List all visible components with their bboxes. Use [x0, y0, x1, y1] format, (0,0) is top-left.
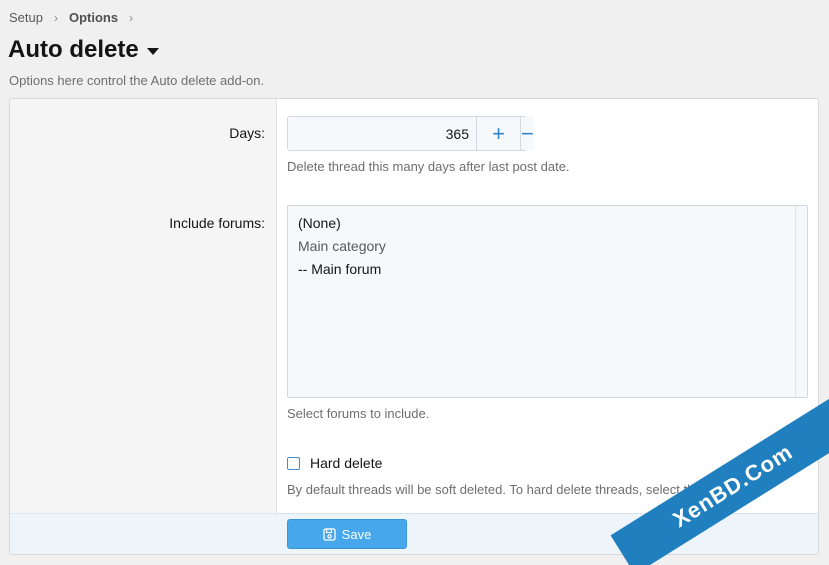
breadcrumb: Setup › Options › [9, 10, 144, 25]
increment-button[interactable]: + [476, 117, 520, 150]
hard-delete-checkbox[interactable] [287, 456, 300, 470]
plus-icon: + [492, 120, 505, 146]
minus-icon: − [521, 120, 534, 146]
forum-option-main-category: Main category [298, 238, 386, 254]
listbox-scrollbar[interactable] [795, 206, 807, 397]
days-stepper: + − [287, 116, 534, 151]
label-column [10, 99, 277, 513]
hard-delete-label[interactable]: Hard delete [310, 455, 382, 471]
days-hint: Delete thread this many days after last … [287, 159, 570, 174]
page-title-text: Auto delete [8, 36, 139, 63]
forums-multiselect[interactable]: (None) Main category -- Main forum [287, 205, 808, 398]
breadcrumb-setup[interactable]: Setup [9, 10, 43, 25]
page-description: Options here control the Auto delete add… [9, 73, 265, 88]
page-title[interactable]: Auto delete [8, 36, 159, 64]
forum-option-main-forum[interactable]: -- Main forum [298, 261, 381, 277]
save-label: Save [341, 526, 372, 542]
decrement-button[interactable]: − [520, 117, 534, 150]
hard-delete-option[interactable]: Hard delete [287, 455, 382, 471]
forum-option-none[interactable]: (None) [298, 215, 341, 231]
caret-down-icon[interactable] [146, 47, 159, 55]
days-label: Days: [229, 125, 265, 141]
chevron-right-icon: › [129, 10, 134, 25]
save-button[interactable]: Save [287, 519, 407, 549]
include-forums-hint: Select forums to include. [287, 406, 430, 421]
save-icon [323, 527, 336, 541]
days-input[interactable] [288, 117, 476, 150]
include-forums-label: Include forums: [169, 215, 265, 231]
chevron-right-icon: › [53, 10, 58, 25]
breadcrumb-options[interactable]: Options [69, 10, 118, 25]
